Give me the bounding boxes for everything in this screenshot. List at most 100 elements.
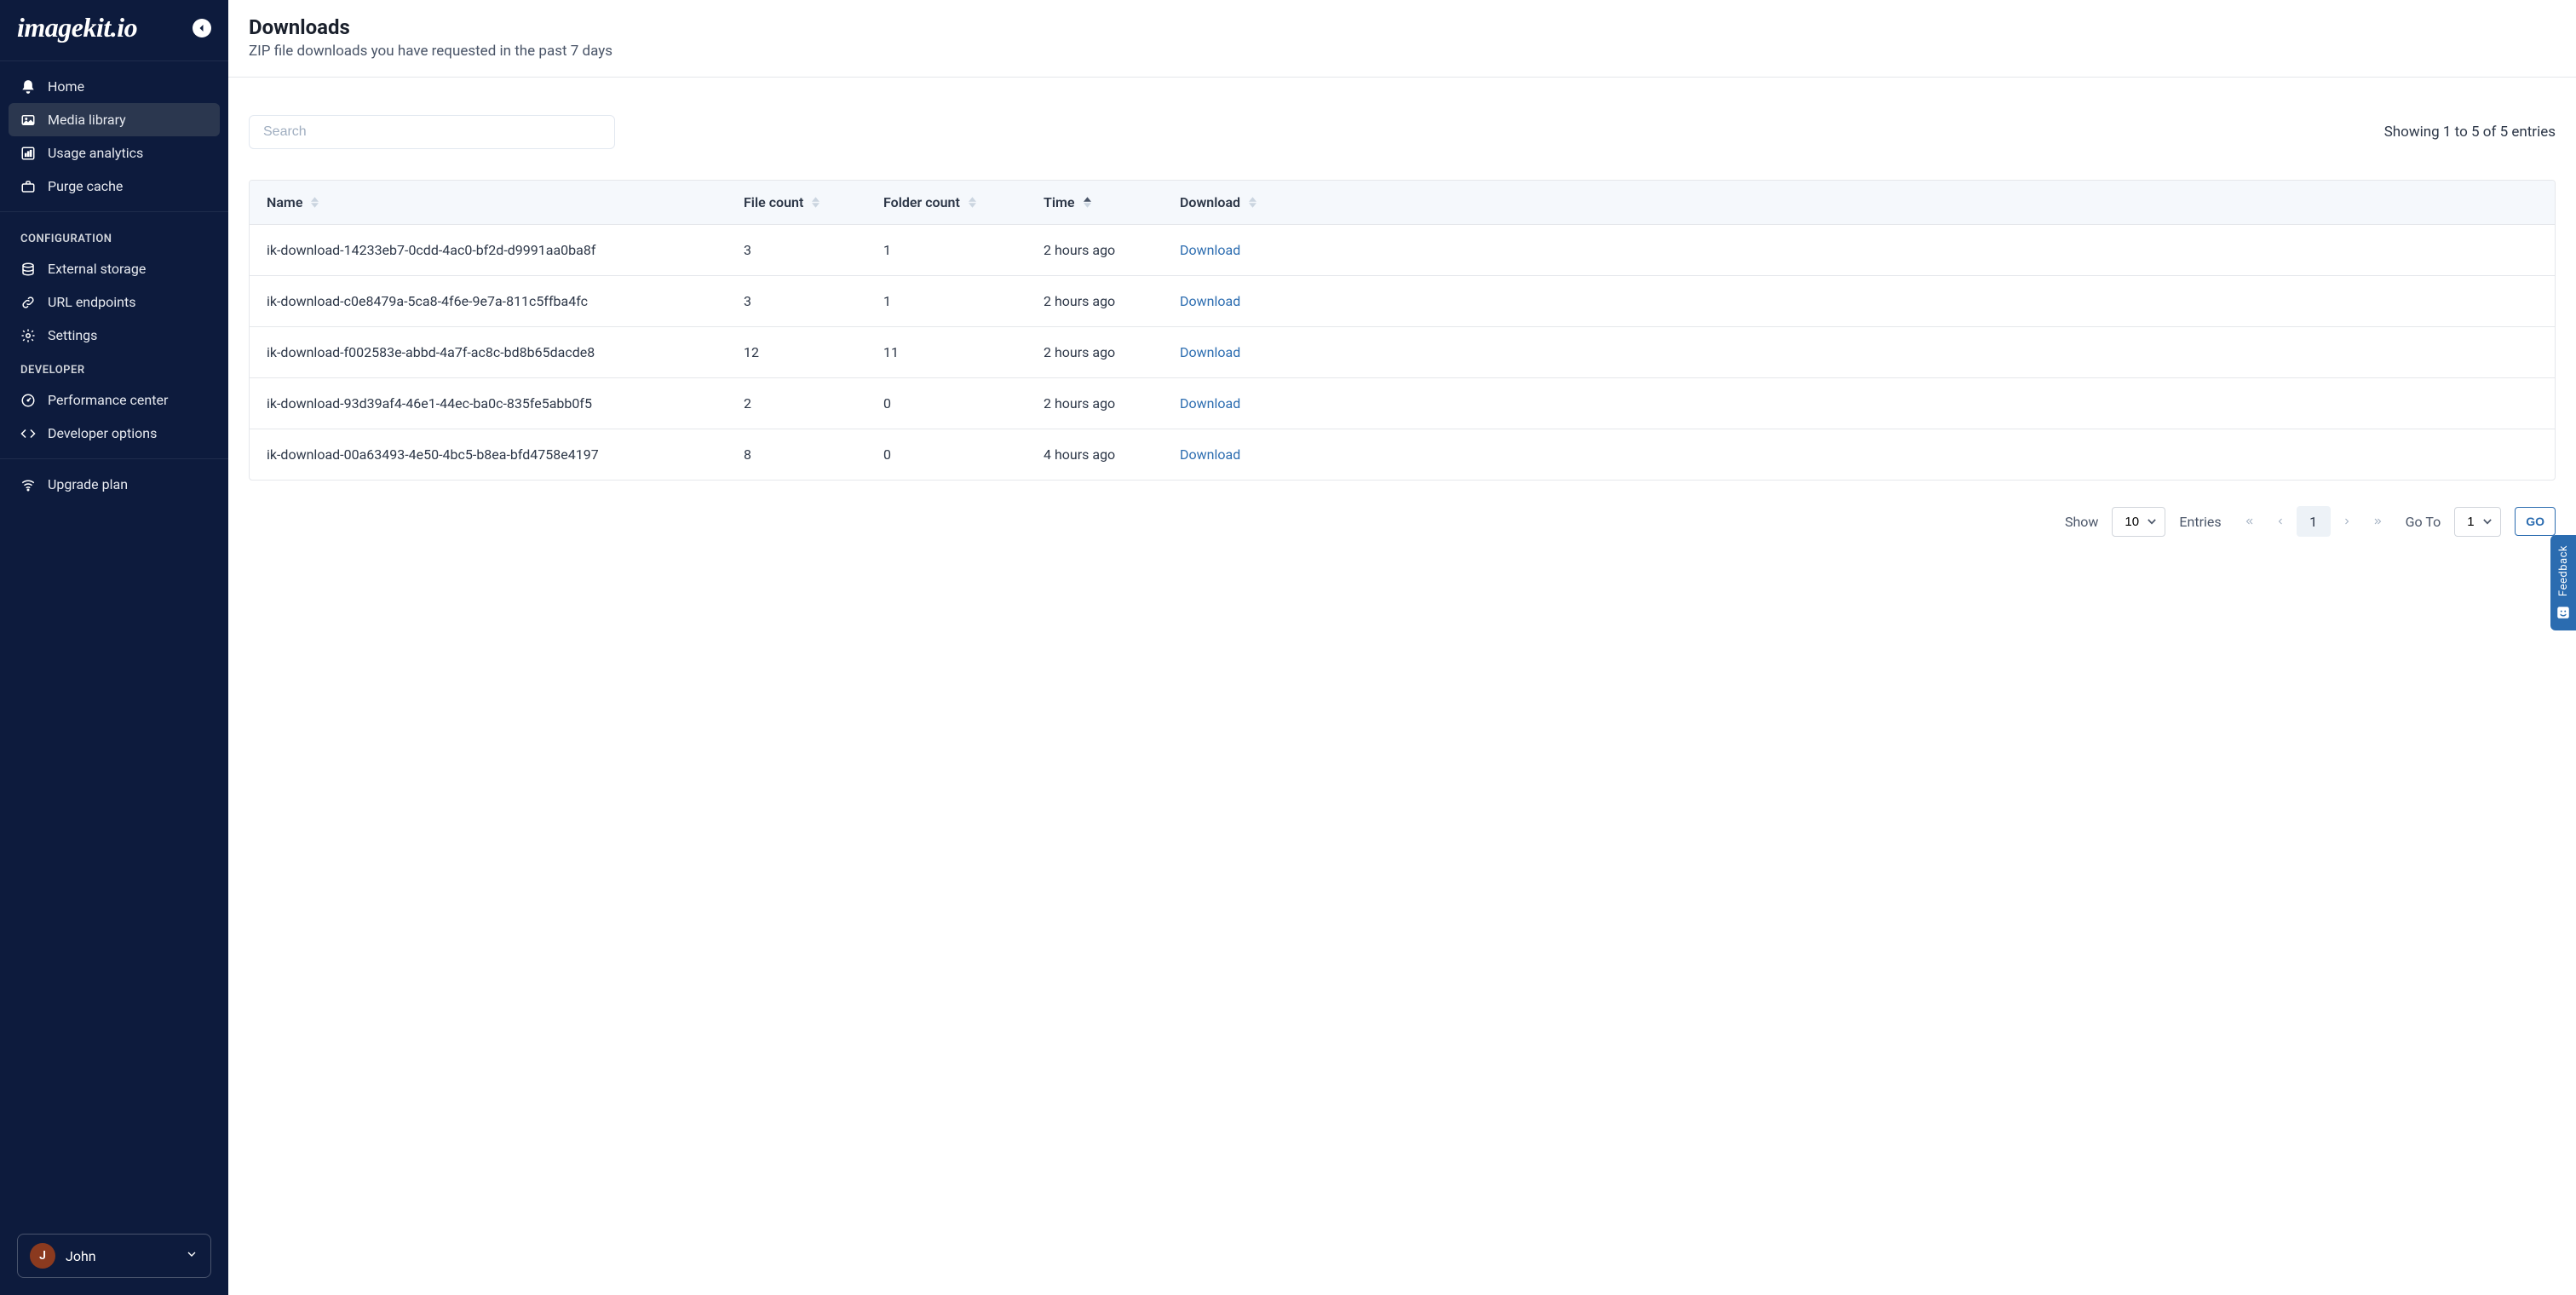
search-input[interactable] — [249, 115, 615, 149]
table-row: ik-download-00a63493-4e50-4bc5-b8ea-bfd4… — [250, 429, 2555, 480]
feedback-label: Feedback — [2557, 545, 2570, 596]
link-icon — [20, 295, 36, 310]
sort-icon — [812, 197, 819, 208]
database-icon — [20, 262, 36, 277]
cell-folder-count: 0 — [866, 429, 1026, 480]
chevron-left-icon — [2275, 516, 2286, 527]
gear-icon — [20, 328, 36, 343]
cell-file-count: 12 — [727, 327, 866, 377]
section-heading-configuration: CONFIGURATION — [9, 221, 220, 252]
sidebar-item-developer-options[interactable]: Developer options — [9, 417, 220, 450]
chart-icon — [20, 146, 36, 161]
col-header-time[interactable]: Time — [1026, 181, 1163, 224]
show-label: Show — [2065, 514, 2098, 530]
pagination-last-button[interactable] — [2363, 506, 2392, 537]
entries-label: Entries — [2179, 514, 2221, 530]
feedback-tab[interactable]: Feedback — [2550, 535, 2576, 630]
arrow-left-icon — [197, 23, 207, 33]
col-header-name[interactable]: Name — [250, 181, 727, 224]
sidebar-item-url-endpoints[interactable]: URL endpoints — [9, 285, 220, 319]
go-button[interactable]: GO — [2515, 507, 2556, 536]
cell-file-count: 2 — [727, 378, 866, 429]
cell-time: 2 hours ago — [1026, 225, 1163, 275]
page-title: Downloads — [249, 15, 2556, 39]
sidebar-item-purge-cache[interactable]: Purge cache — [9, 170, 220, 203]
code-icon — [20, 426, 36, 441]
cell-name: ik-download-f002583e-abbd-4a7f-ac8c-bd8b… — [250, 327, 727, 377]
briefcase-icon — [20, 179, 36, 194]
chevron-right-icon — [2342, 516, 2352, 527]
sidebar-item-label: Home — [48, 78, 84, 95]
sidebar-item-label: Purge cache — [48, 178, 123, 194]
sidebar-item-label: Media library — [48, 112, 126, 128]
cell-time: 2 hours ago — [1026, 378, 1163, 429]
sort-icon — [1249, 197, 1256, 208]
cell-file-count: 3 — [727, 276, 866, 326]
avatar: J — [30, 1243, 55, 1269]
chevron-down-icon — [185, 1247, 198, 1264]
goto-select[interactable]: 1 — [2454, 507, 2501, 537]
pagination-prev-button[interactable] — [2266, 506, 2295, 537]
wifi-icon — [20, 477, 36, 492]
download-link[interactable]: Download — [1180, 242, 1240, 258]
col-header-file-count[interactable]: File count — [727, 181, 866, 224]
col-header-download[interactable]: Download — [1163, 181, 2555, 224]
table-row: ik-download-14233eb7-0cdd-4ac0-bf2d-d999… — [250, 224, 2555, 275]
sidebar-item-label: Upgrade plan — [48, 476, 128, 492]
cell-folder-count: 0 — [866, 378, 1026, 429]
pagination-page-current[interactable]: 1 — [2297, 506, 2331, 537]
user-menu-button[interactable]: J John — [17, 1234, 211, 1278]
cell-name: ik-download-c0e8479a-5ca8-4f6e-9e7a-811c… — [250, 276, 727, 326]
cell-file-count: 8 — [727, 429, 866, 480]
image-icon — [20, 112, 36, 128]
table-row: ik-download-f002583e-abbd-4a7f-ac8c-bd8b… — [250, 326, 2555, 377]
page-size-select[interactable]: 10 — [2112, 507, 2165, 537]
main-content: Downloads ZIP file downloads you have re… — [228, 0, 2576, 1295]
cell-folder-count: 11 — [866, 327, 1026, 377]
pagination-first-button[interactable] — [2235, 506, 2264, 537]
cell-file-count: 3 — [727, 225, 866, 275]
download-link[interactable]: Download — [1180, 395, 1240, 412]
section-heading-developer: DEVELOPER — [9, 352, 220, 383]
cell-name: ik-download-00a63493-4e50-4bc5-b8ea-bfd4… — [250, 429, 727, 480]
user-name: John — [66, 1248, 175, 1264]
sidebar-item-label: Developer options — [48, 425, 157, 441]
cell-time: 2 hours ago — [1026, 276, 1163, 326]
sidebar-collapse-button[interactable] — [193, 19, 211, 37]
sidebar-item-label: Usage analytics — [48, 145, 143, 161]
download-link[interactable]: Download — [1180, 293, 1240, 309]
sidebar-item-label: External storage — [48, 261, 146, 277]
sidebar-item-media-library[interactable]: Media library — [9, 103, 220, 136]
sidebar-item-label: Settings — [48, 327, 97, 343]
sidebar-item-performance-center[interactable]: Performance center — [9, 383, 220, 417]
table-row: ik-download-93d39af4-46e1-44ec-ba0c-835f… — [250, 377, 2555, 429]
sidebar-item-external-storage[interactable]: External storage — [9, 252, 220, 285]
sort-icon — [311, 197, 319, 208]
sidebar-item-upgrade-plan[interactable]: Upgrade plan — [9, 468, 220, 501]
cell-folder-count: 1 — [866, 276, 1026, 326]
cell-name: ik-download-93d39af4-46e1-44ec-ba0c-835f… — [250, 378, 727, 429]
download-link[interactable]: Download — [1180, 344, 1240, 360]
sidebar: imagekit.io Home Media library Usage ana… — [0, 0, 228, 1295]
chevrons-right-icon — [2372, 516, 2383, 527]
chevrons-left-icon — [2245, 516, 2255, 527]
sidebar-item-usage-analytics[interactable]: Usage analytics — [9, 136, 220, 170]
cell-folder-count: 1 — [866, 225, 1026, 275]
showing-text: Showing 1 to 5 of 5 entries — [2384, 124, 2556, 141]
download-link[interactable]: Download — [1180, 446, 1240, 463]
table-row: ik-download-c0e8479a-5ca8-4f6e-9e7a-811c… — [250, 275, 2555, 326]
bell-icon — [20, 79, 36, 95]
col-header-folder-count[interactable]: Folder count — [866, 181, 1026, 224]
goto-label: Go To — [2406, 514, 2441, 530]
page-subtitle: ZIP file downloads you have requested in… — [249, 43, 2556, 60]
sidebar-item-label: Performance center — [48, 392, 168, 408]
pagination-next-button[interactable] — [2332, 506, 2361, 537]
sidebar-item-home[interactable]: Home — [9, 70, 220, 103]
sidebar-item-label: URL endpoints — [48, 294, 136, 310]
brand-logo: imagekit.io — [17, 12, 137, 43]
cell-time: 2 hours ago — [1026, 327, 1163, 377]
smiley-icon — [2556, 605, 2571, 620]
downloads-table: Name File count Fold — [249, 180, 2556, 481]
sidebar-item-settings[interactable]: Settings — [9, 319, 220, 352]
sort-icon — [969, 197, 976, 208]
